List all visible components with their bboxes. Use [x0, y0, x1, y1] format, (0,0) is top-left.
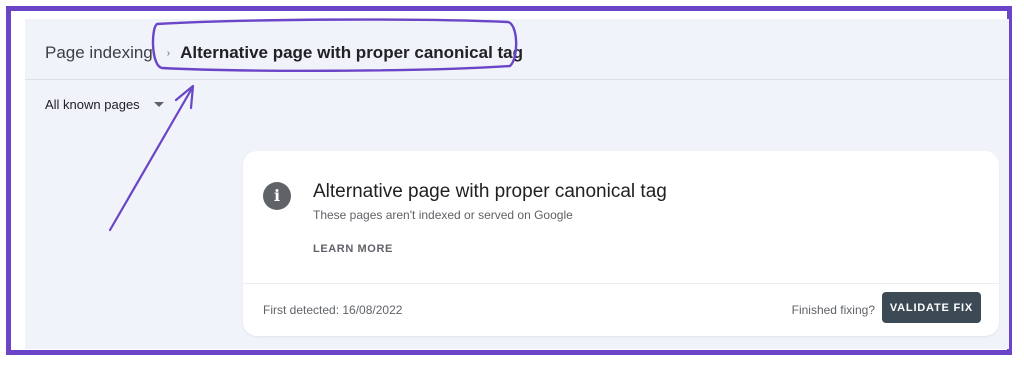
learn-more-link[interactable]: LEARN MORE — [313, 243, 393, 255]
info-icon: i — [263, 182, 291, 210]
header-divider — [25, 79, 1009, 80]
card-divider — [243, 283, 999, 284]
first-detected-date: First detected: 16/08/2022 — [263, 303, 403, 317]
annotation-frame: Page indexing › Alternative page with pr… — [6, 6, 1012, 355]
issue-title: Alternative page with proper canonical t… — [313, 181, 667, 202]
finished-fixing-prompt: Finished fixing? — [791, 303, 875, 317]
breadcrumb: Page indexing › Alternative page with pr… — [45, 31, 523, 75]
validate-fix-button[interactable]: VALIDATE FIX — [881, 292, 981, 323]
issue-description: These pages aren't indexed or served on … — [313, 208, 573, 222]
breadcrumb-separator-icon: › — [166, 47, 171, 59]
dropdown-caret-icon — [153, 102, 164, 107]
breadcrumb-current-page: Alternative page with proper canonical t… — [180, 43, 524, 62]
pages-filter-dropdown[interactable]: All known pages — [45, 97, 164, 112]
issue-card: i Alternative page with proper canonical… — [243, 151, 999, 336]
pages-filter-label: All known pages — [45, 97, 140, 112]
search-console-panel: Page indexing › Alternative page with pr… — [25, 19, 1009, 349]
breadcrumb-page-indexing[interactable]: Page indexing — [45, 43, 153, 63]
